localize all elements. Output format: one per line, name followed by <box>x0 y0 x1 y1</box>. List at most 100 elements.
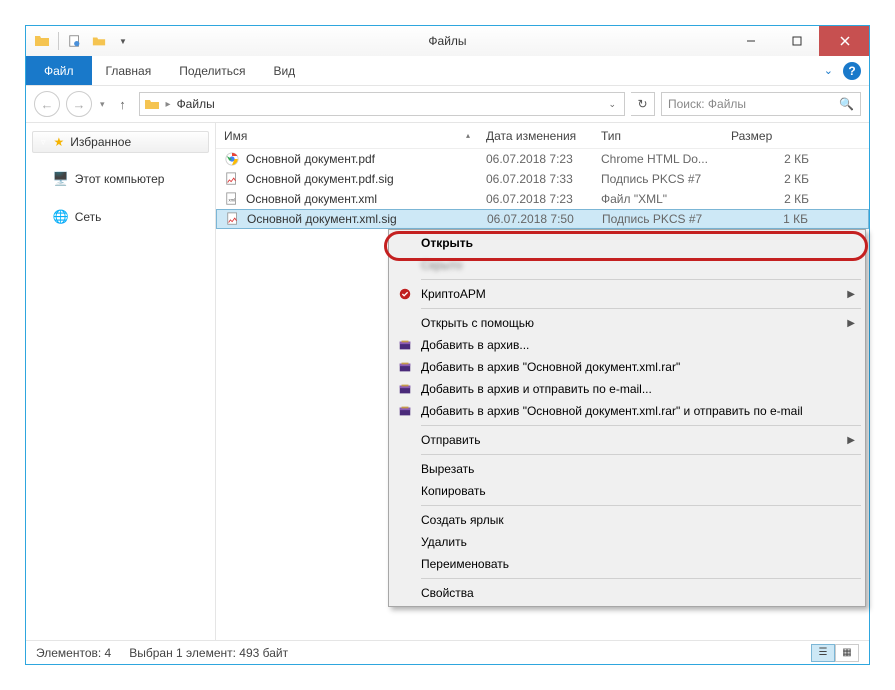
system-folder-icon[interactable] <box>32 31 52 51</box>
close-button[interactable] <box>819 26 869 56</box>
column-date[interactable]: Дата изменения <box>478 129 593 143</box>
ctx-open-with[interactable]: Открыть с помощью▶ <box>391 312 863 334</box>
details-view-button[interactable]: ☰ <box>811 644 835 662</box>
file-date: 06.07.2018 7:23 <box>478 152 593 166</box>
column-size[interactable]: Размер <box>723 129 869 143</box>
nav-network[interactable]: ▹ 🌐 Сеть <box>26 205 215 229</box>
address-dropdown-icon[interactable]: ⌄ <box>604 99 620 110</box>
qat-dropdown-icon[interactable]: ▼ <box>113 31 133 51</box>
tab-view[interactable]: Вид <box>259 56 309 85</box>
ctx-copy[interactable]: Копировать <box>391 480 863 502</box>
ctx-open[interactable]: Открыть <box>391 232 863 254</box>
ctx-add-email[interactable]: Добавить в архив и отправить по e-mail..… <box>391 378 863 400</box>
ctx-blurred[interactable]: Скрыто <box>391 254 863 276</box>
ctx-add-archive-named[interactable]: Добавить в архив "Основной документ.xml.… <box>391 356 863 378</box>
ctx-properties[interactable]: Свойства <box>391 582 863 604</box>
refresh-button[interactable]: ↻ <box>631 92 655 116</box>
file-type: Подпись PKCS #7 <box>594 212 724 226</box>
column-name[interactable]: Имя▴ <box>216 129 478 143</box>
nav-network-label: Сеть <box>75 210 102 224</box>
file-type: Файл "XML" <box>593 192 723 206</box>
nav-history-dropdown[interactable]: ▾ <box>100 99 105 110</box>
nav-this-pc[interactable]: ▹ 🖥️ Этот компьютер <box>26 167 215 191</box>
submenu-arrow-icon: ▶ <box>847 289 855 300</box>
xml-file-icon: xml <box>224 191 240 207</box>
signature-icon <box>225 211 241 227</box>
file-row[interactable]: Основной документ.pdf 06.07.2018 7:23 Ch… <box>216 149 869 169</box>
nav-favorites-label: Избранное <box>70 135 131 149</box>
computer-icon: 🖥️ <box>53 171 69 187</box>
breadcrumb-sep: ▸ <box>166 99 171 110</box>
nav-up-button[interactable]: ↑ <box>113 94 133 114</box>
folder-icon <box>144 96 160 112</box>
signature-icon <box>224 171 240 187</box>
ctx-add-archive[interactable]: Добавить в архив... <box>391 334 863 356</box>
ctx-cryptoarm[interactable]: КриптоАРМ▶ <box>391 283 863 305</box>
file-date: 06.07.2018 7:50 <box>479 212 594 226</box>
window-title: Файлы <box>428 34 466 48</box>
column-type[interactable]: Тип <box>593 129 723 143</box>
maximize-button[interactable] <box>773 26 819 56</box>
submenu-arrow-icon: ▶ <box>847 318 855 329</box>
file-row[interactable]: xml Основной документ.xml 06.07.2018 7:23… <box>216 189 869 209</box>
ribbon-tabs: Файл Главная Поделиться Вид ⌄ ? <box>26 56 869 86</box>
search-input[interactable]: Поиск: Файлы 🔍 <box>661 92 861 116</box>
ctx-add-named-email[interactable]: Добавить в архив "Основной документ.xml.… <box>391 400 863 422</box>
cryptoarm-icon <box>397 286 413 302</box>
address-bar[interactable]: ▸ Файлы ⌄ <box>139 92 625 116</box>
file-date: 06.07.2018 7:23 <box>478 192 593 206</box>
chevron-down-icon: ▿ <box>41 137 46 148</box>
ctx-separator <box>421 425 861 426</box>
titlebar: ▼ Файлы <box>26 26 869 56</box>
ctx-separator <box>421 578 861 579</box>
file-name: Основной документ.xml <box>246 192 377 206</box>
minimize-button[interactable] <box>727 26 773 56</box>
qat-newfolder-icon[interactable] <box>89 31 109 51</box>
winrar-icon <box>397 337 413 353</box>
winrar-icon <box>397 359 413 375</box>
help-button[interactable]: ? <box>843 62 861 80</box>
search-icon: 🔍 <box>839 97 854 111</box>
file-size: 2 КБ <box>723 172 869 186</box>
icons-view-button[interactable]: ▦ <box>835 644 859 662</box>
file-tab[interactable]: Файл <box>26 56 92 85</box>
ctx-shortcut[interactable]: Создать ярлык <box>391 509 863 531</box>
ctx-rename[interactable]: Переименовать <box>391 553 863 575</box>
nav-back-button[interactable]: ← <box>34 91 60 117</box>
nav-forward-button[interactable]: → <box>66 91 92 117</box>
chevron-right-icon: ▹ <box>40 174 45 185</box>
svg-text:xml: xml <box>229 198 236 203</box>
search-placeholder: Поиск: Файлы <box>668 97 746 111</box>
status-count: Элементов: 4 <box>36 646 111 660</box>
chevron-right-icon: ▹ <box>40 212 45 223</box>
ctx-cut[interactable]: Вырезать <box>391 458 863 480</box>
file-row-selected[interactable]: Основной документ.xml.sig 06.07.2018 7:5… <box>216 209 869 229</box>
nav-favorites[interactable]: ▿ ★ Избранное <box>32 131 209 153</box>
file-name: Основной документ.pdf <box>246 152 375 166</box>
breadcrumb-location[interactable]: Файлы <box>177 97 215 111</box>
file-type: Chrome HTML Do... <box>593 152 723 166</box>
ctx-send-to[interactable]: Отправить▶ <box>391 429 863 451</box>
chrome-icon <box>224 151 240 167</box>
address-row: ← → ▾ ↑ ▸ Файлы ⌄ ↻ Поиск: Файлы 🔍 <box>26 86 869 122</box>
file-size: 2 КБ <box>723 192 869 206</box>
context-menu: Открыть Скрыто КриптоАРМ▶ Открыть с помо… <box>388 229 866 607</box>
file-date: 06.07.2018 7:33 <box>478 172 593 186</box>
qat-separator <box>58 32 59 50</box>
statusbar: Элементов: 4 Выбран 1 элемент: 493 байт … <box>26 640 869 664</box>
ctx-separator <box>421 505 861 506</box>
qat-properties-icon[interactable] <box>65 31 85 51</box>
submenu-arrow-icon: ▶ <box>847 435 855 446</box>
star-icon: ★ <box>54 135 65 149</box>
ctx-delete[interactable]: Удалить <box>391 531 863 553</box>
file-name: Основной документ.xml.sig <box>247 212 397 226</box>
tab-share[interactable]: Поделиться <box>165 56 259 85</box>
file-size: 2 КБ <box>723 152 869 166</box>
tab-home[interactable]: Главная <box>92 56 166 85</box>
nav-this-pc-label: Этот компьютер <box>75 172 165 186</box>
file-name: Основной документ.pdf.sig <box>246 172 394 186</box>
file-row[interactable]: Основной документ.pdf.sig 06.07.2018 7:3… <box>216 169 869 189</box>
ribbon-expand-icon[interactable]: ⌄ <box>824 64 833 77</box>
file-size: 1 КБ <box>724 212 868 226</box>
ctx-separator <box>421 308 861 309</box>
